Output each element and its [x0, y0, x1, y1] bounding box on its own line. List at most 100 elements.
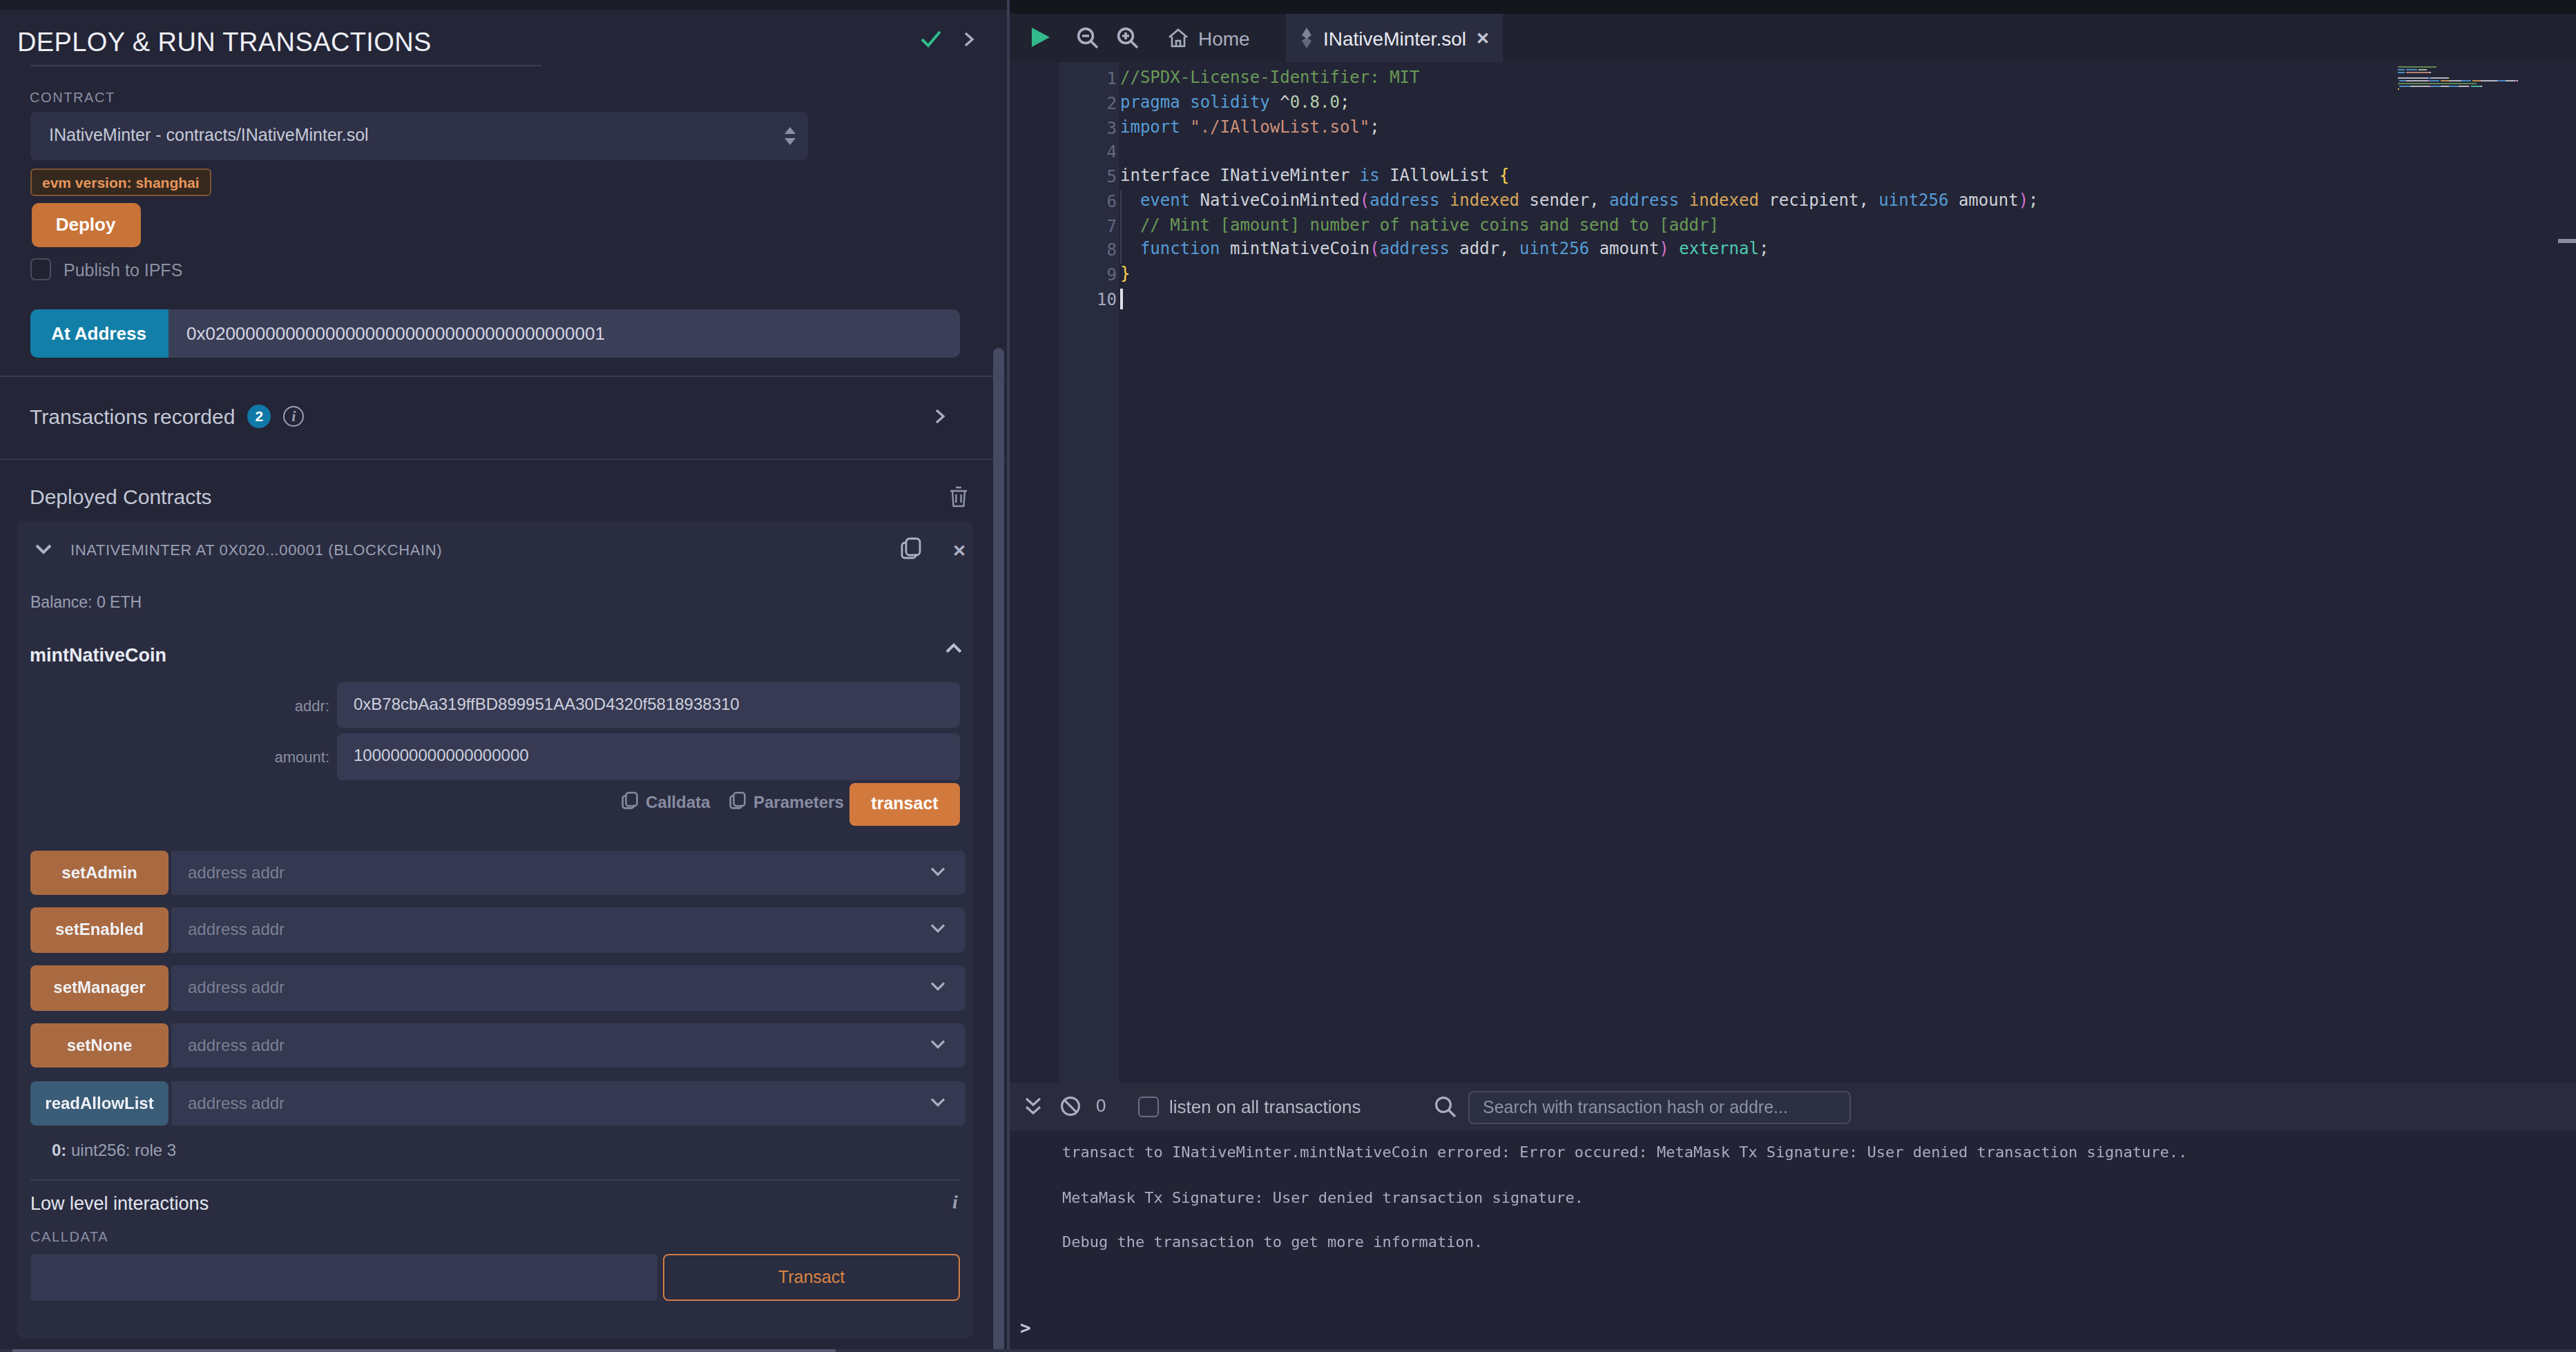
transactions-count-badge: 2 — [247, 405, 271, 428]
indent-guide — [1119, 191, 1121, 264]
collapse-function-icon[interactable] — [944, 641, 962, 655]
line-number: 10 — [1059, 290, 1117, 309]
line-number: 5 — [1059, 167, 1117, 186]
readAllowList-input[interactable]: address addr — [171, 1081, 965, 1126]
editor-top-strip — [1009, 0, 2576, 14]
setNone-button[interactable]: setNone — [30, 1023, 169, 1068]
expand-function-icon[interactable] — [929, 923, 945, 936]
divider — [0, 458, 1006, 460]
code-line: // Mint [amount] number of native coins … — [1120, 215, 1719, 234]
panel-expand-icon[interactable] — [961, 30, 977, 48]
code-line: //SPDX-License-Identifier: MIT — [1120, 68, 1420, 87]
bottom-scrollbar-track[interactable] — [0, 1349, 2576, 1352]
expand-terminal-icon[interactable] — [1021, 1095, 1044, 1117]
function-row: setEnabledaddress addr — [30, 908, 965, 953]
calldata-input[interactable] — [30, 1253, 657, 1300]
terminal: 0 listen on all transactions Search with… — [1009, 1083, 2576, 1352]
copy-parameters-icon[interactable] — [729, 791, 745, 811]
setAdmin-input[interactable]: address addr — [171, 850, 965, 895]
title-underline — [30, 65, 541, 66]
panel-vertical-scrollbar[interactable] — [993, 348, 1004, 1352]
low-level-heading: Low level interactions — [30, 1193, 209, 1214]
editor-tabbar: Home INativeMinter.sol ✕ — [1009, 14, 2576, 62]
contract-select-value: INativeMinter - contracts/INativeMinter.… — [49, 126, 369, 145]
terminal-prompt[interactable]: > — [1020, 1317, 1031, 1338]
minimap[interactable] — [2397, 66, 2556, 94]
check-icon[interactable] — [920, 29, 942, 48]
low-level-transact-button[interactable]: Transact — [663, 1253, 960, 1300]
calldata-copy-label[interactable]: Calldata — [646, 792, 710, 811]
copy-calldata-icon[interactable] — [622, 791, 638, 811]
terminal-log-line: MetaMask Tx Signature: User denied trans… — [1062, 1188, 1584, 1206]
line-number: 3 — [1059, 118, 1117, 137]
code-line: interface INativeMinter is IAllowList { — [1120, 166, 1510, 185]
expand-function-icon[interactable] — [929, 865, 945, 878]
code-line: import "./IAllowList.sol"; — [1120, 117, 1380, 136]
zoom-out-icon[interactable] — [1075, 26, 1099, 50]
bottom-scrollbar-thumb[interactable] — [12, 1349, 836, 1352]
expand-function-icon[interactable] — [929, 1039, 945, 1051]
tab-home[interactable]: Home — [1153, 14, 1264, 62]
function-name-heading: mintNativeCoin — [30, 645, 166, 666]
copy-icon[interactable] — [900, 537, 921, 561]
close-instance-icon[interactable]: ✕ — [952, 541, 966, 561]
function-row: readAllowListaddress addr — [30, 1081, 965, 1126]
call-result: 0: uint256: role 3 — [52, 1141, 176, 1160]
transactions-expand-icon[interactable] — [932, 407, 948, 425]
solidity-icon — [1300, 28, 1314, 48]
editor-scrollbar-thumb[interactable] — [2558, 239, 2576, 243]
expand-function-icon[interactable] — [929, 1097, 945, 1109]
code-line: pragma solidity ^0.8.0; — [1120, 93, 1349, 112]
line-number: 6 — [1059, 192, 1117, 211]
param-input[interactable]: 1000000000000000000 — [337, 733, 960, 780]
at-address-button[interactable]: At Address — [30, 309, 168, 357]
at-address-input[interactable]: 0x02000000000000000000000000000000000000… — [168, 309, 960, 357]
publish-ipfs-checkbox[interactable] — [30, 258, 51, 280]
param-label: addr: — [191, 697, 329, 713]
line-number: 2 — [1059, 94, 1117, 113]
home-tab-label: Home — [1198, 27, 1250, 49]
setEnabled-button[interactable]: setEnabled — [30, 908, 169, 953]
readAllowList-button[interactable]: readAllowList — [30, 1081, 169, 1126]
tab-inativeminter[interactable]: INativeMinter.sol ✕ — [1286, 14, 1503, 62]
tab-close-icon[interactable]: ✕ — [1476, 28, 1490, 48]
line-number: 8 — [1059, 241, 1117, 260]
active-tab-label: INativeMinter.sol — [1323, 27, 1466, 49]
contract-select[interactable]: INativeMinter - contracts/INativeMinter.… — [30, 112, 807, 160]
collapse-instance-icon[interactable] — [34, 543, 52, 557]
terminal-search-icon — [1433, 1095, 1457, 1119]
param-label: amount: — [191, 749, 329, 765]
info-circle-icon[interactable]: i — [283, 406, 304, 427]
transact-button[interactable]: transact — [849, 782, 960, 826]
zoom-in-icon[interactable] — [1115, 26, 1139, 50]
setAdmin-button[interactable]: setAdmin — [30, 850, 169, 895]
line-number: 4 — [1059, 143, 1117, 162]
setManager-button[interactable]: setManager — [30, 966, 169, 1011]
contract-label: CONTRACT — [30, 90, 115, 105]
code-line: function mintNativeCoin(address addr, ui… — [1120, 240, 1769, 259]
listen-transactions-label: listen on all transactions — [1169, 1097, 1361, 1117]
pending-tx-count: 0 — [1096, 1095, 1106, 1116]
divider — [30, 1179, 959, 1180]
param-input[interactable]: 0xB78cbAa319ffBD899951AA30D4320f58189383… — [337, 682, 960, 728]
listen-transactions-checkbox[interactable] — [1137, 1097, 1158, 1117]
deploy-button[interactable]: Deploy — [31, 203, 140, 247]
parameters-copy-label[interactable]: Parameters — [753, 792, 844, 811]
code-area[interactable]: 12345678910 //SPDX-License-Identifier: M… — [1009, 62, 2576, 1083]
transactions-recorded-label: Transactions recorded — [30, 405, 235, 428]
setNone-input[interactable]: address addr — [171, 1023, 965, 1068]
terminal-search-input[interactable]: Search with transaction hash or addre... — [1468, 1090, 1850, 1123]
trash-icon[interactable] — [949, 486, 968, 508]
low-level-info-icon[interactable]: i — [952, 1192, 958, 1214]
clear-console-icon[interactable] — [1059, 1095, 1081, 1117]
code-line: } — [1120, 264, 1130, 283]
instance-balance: Balance: 0 ETH — [30, 594, 142, 610]
run-script-icon[interactable] — [1031, 28, 1049, 47]
function-row: setNoneaddress addr — [30, 1023, 965, 1068]
function-row: setAdminaddress addr — [30, 850, 965, 895]
setManager-input[interactable]: address addr — [171, 966, 965, 1011]
expand-function-icon[interactable] — [929, 981, 945, 994]
setEnabled-input[interactable]: address addr — [171, 908, 965, 953]
line-number: 7 — [1059, 216, 1117, 235]
instance-title[interactable]: INATIVEMINTER AT 0X020...00001 (BLOCKCHA… — [70, 541, 442, 558]
